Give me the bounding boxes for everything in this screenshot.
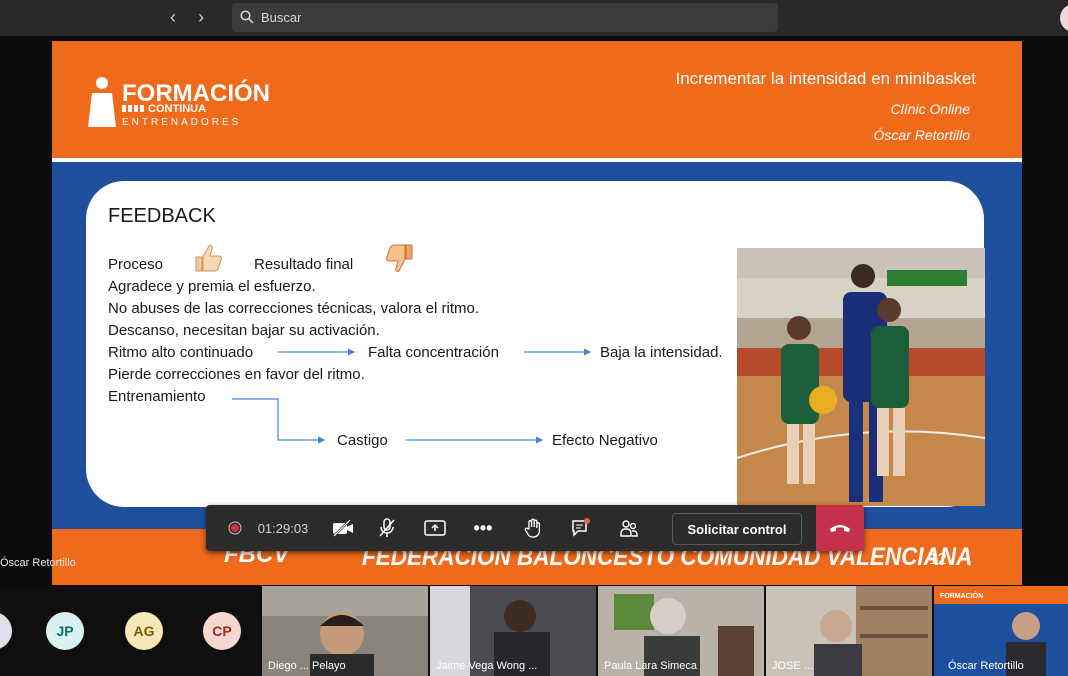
top-bar: ‹ › Buscar	[0, 0, 1068, 36]
hang-up-icon	[830, 525, 850, 532]
video-tile-name: Jaime Vega Wong ...	[436, 660, 538, 672]
formacion-continua-logo: FORMACIÓN CONTINUA ENTRENADORES	[88, 77, 270, 128]
slide-header-subtitle: Clínic Online	[890, 101, 970, 117]
svg-text:ENTRENADORES: ENTRENADORES	[122, 117, 241, 128]
svg-text:CONTINUA: CONTINUA	[148, 103, 206, 115]
video-tile-name: Óscar Retortillo	[948, 660, 1024, 672]
video-tile[interactable]: Jaime Vega Wong ...	[430, 586, 596, 676]
video-tile-presenter[interactable]: FORMACIÓN Óscar Retortillo	[934, 586, 1068, 676]
raise-hand-icon	[524, 518, 541, 538]
hang-up-button[interactable]	[816, 505, 864, 551]
search-placeholder: Buscar	[261, 10, 302, 25]
mic-off-icon	[379, 518, 395, 537]
share-screen-icon	[424, 520, 446, 536]
chat-button[interactable]	[560, 505, 602, 551]
record-icon	[228, 521, 242, 535]
participant-avatar-partial[interactable]	[0, 612, 12, 650]
meeting-timer: 01:29:03	[257, 520, 309, 536]
mic-toggle-button[interactable]	[366, 505, 408, 551]
more-icon: •••	[473, 517, 493, 538]
video-tile-name: Diego ... Pelayo	[268, 660, 346, 672]
more-options-button[interactable]: •••	[462, 505, 504, 551]
participants-icon	[620, 520, 638, 537]
share-screen-button[interactable]	[414, 505, 456, 551]
chat-icon	[572, 518, 590, 537]
camera-off-icon	[333, 519, 353, 537]
video-tile[interactable]: JOSE ...	[766, 586, 932, 676]
participant-avatar-jp[interactable]: JP	[46, 612, 84, 650]
recording-indicator: 01:29:03	[218, 505, 318, 551]
svg-text:FORMACIÓN: FORMACIÓN	[940, 591, 983, 600]
raise-hand-button[interactable]	[510, 505, 556, 551]
participants-button[interactable]	[606, 505, 652, 551]
chevron-left-icon[interactable]: ‹	[170, 8, 176, 26]
request-control-button[interactable]: Solicitar control	[672, 513, 802, 545]
video-tile-name: JOSE ...	[772, 660, 813, 672]
video-tile[interactable]: Diego ... Pelayo	[262, 586, 428, 676]
video-tile-name: Paula Lara Simeca	[604, 660, 697, 672]
search-input[interactable]: Buscar	[232, 3, 778, 32]
slide-header: FORMACIÓN CONTINUA ENTRENADORES Incremen…	[52, 41, 1022, 162]
chevron-right-icon[interactable]: ›	[198, 8, 204, 26]
video-tile[interactable]: Paula Lara Simeca	[598, 586, 764, 676]
meeting-control-bar: 01:29:03 ••• Solicitar control	[206, 505, 864, 551]
camera-toggle-button[interactable]	[322, 505, 364, 551]
search-icon	[240, 10, 254, 24]
shared-slide: FORMACIÓN CONTINUA ENTRENADORES Incremen…	[52, 41, 1022, 585]
basketball-coach-photo	[737, 248, 985, 506]
slide-page-number: 12	[929, 551, 947, 568]
slide-header-title: Incrementar la intensidad en minibasket	[675, 69, 977, 88]
participant-avatar-ag[interactable]: AG	[125, 612, 163, 650]
participant-avatar-cp[interactable]: CP	[203, 612, 241, 650]
user-avatar[interactable]	[1060, 4, 1068, 32]
slide-header-author: Óscar Retortillo	[873, 127, 970, 143]
arrow-entrenamiento-castigo	[232, 398, 326, 444]
participant-strip: JP AG CP Diego ... Pelayo Jaime Vega Won…	[0, 586, 1068, 676]
presenter-name-label: Óscar Retortillo	[0, 557, 76, 569]
